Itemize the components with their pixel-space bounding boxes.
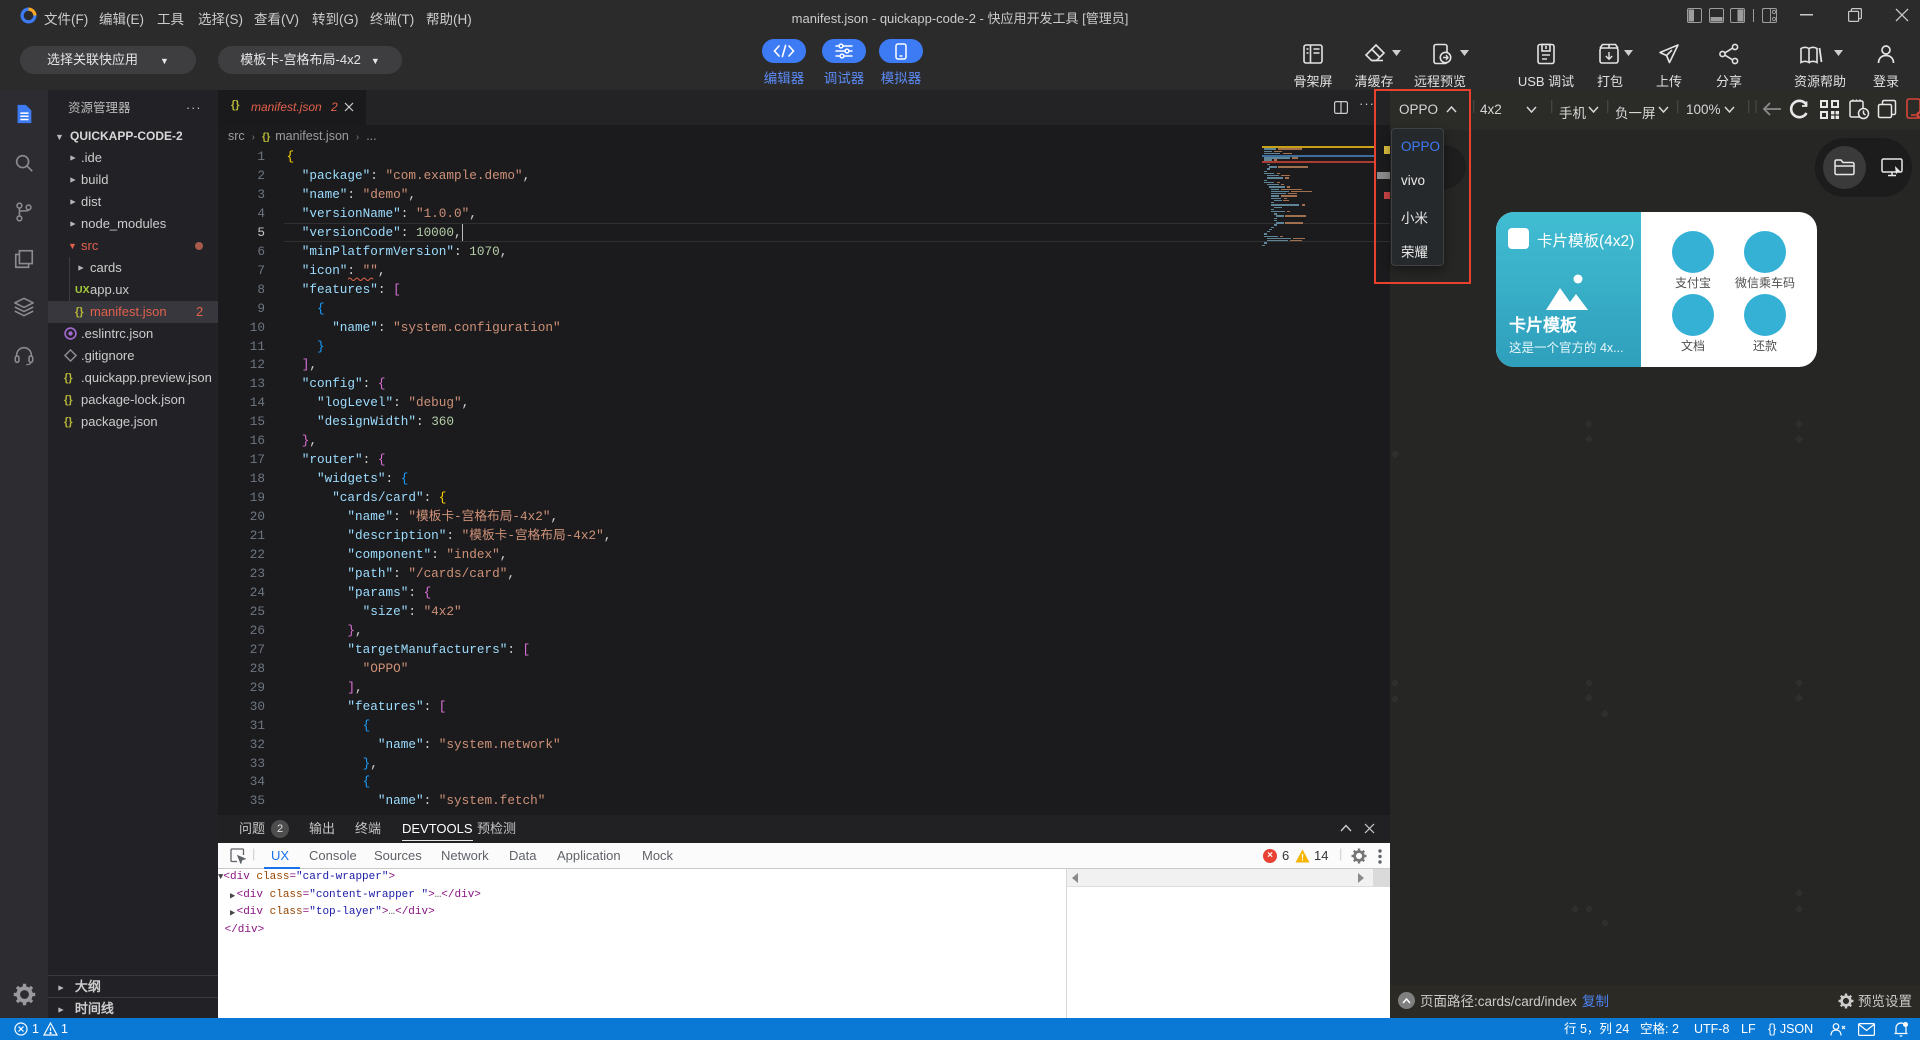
svg-text:!: ! [1301, 853, 1304, 863]
